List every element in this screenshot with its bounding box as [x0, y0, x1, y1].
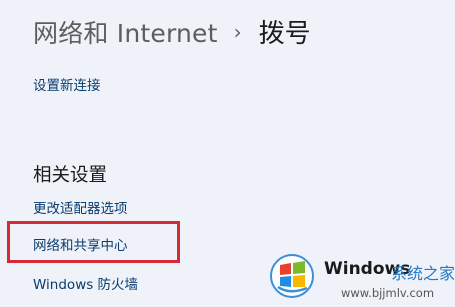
watermark-url: www.bjjmlv.com	[341, 286, 435, 300]
network-sharing-center-link[interactable]: 网络和共享中心	[33, 234, 128, 254]
chevron-right-icon: ›	[233, 19, 242, 44]
related-settings-heading: 相关设置	[33, 165, 108, 186]
change-adapter-options-link[interactable]: 更改适配器选项	[33, 197, 128, 217]
windows-logo-icon	[270, 254, 314, 298]
windows-firewall-link[interactable]: Windows 防火墙	[33, 273, 138, 293]
page-title: 拨号	[258, 19, 311, 49]
set-up-new-connection-link[interactable]: 设置新连接	[33, 74, 101, 94]
breadcrumb: 网络和 Internet › 拨号	[33, 13, 311, 50]
watermark-site-name: 系统之家	[391, 264, 455, 283]
breadcrumb-item-network-internet[interactable]: 网络和 Internet	[33, 14, 218, 50]
watermark: Windows 系统之家 www.bjjmlv.com	[258, 247, 455, 307]
